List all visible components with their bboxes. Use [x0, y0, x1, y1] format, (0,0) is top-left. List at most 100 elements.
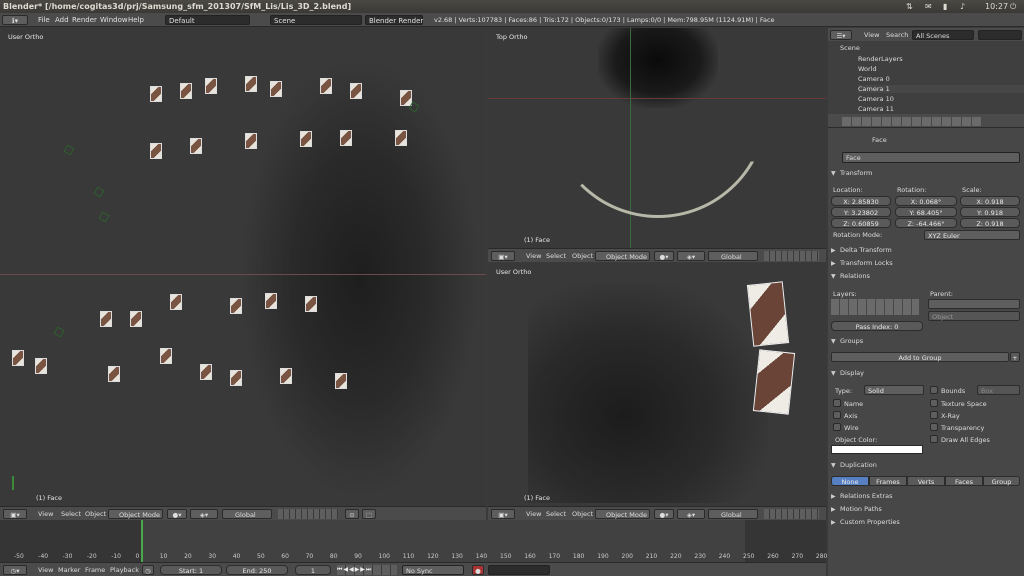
start-frame-field[interactable]: Start: 1 [160, 565, 222, 575]
menu-render[interactable]: Render [72, 15, 97, 25]
section-relations-extras[interactable]: ▶ Relations Extras [828, 491, 1024, 502]
pass-index[interactable]: Pass Index: 0 [831, 321, 923, 331]
preview-range-icon[interactable]: ◷ [142, 565, 154, 575]
dup-faces-button[interactable]: Faces [945, 476, 983, 486]
orientation-selector[interactable]: Global [708, 509, 758, 519]
volume-icon[interactable]: ♪ [960, 0, 965, 13]
menu-object[interactable]: Object [85, 509, 106, 519]
camera-photo[interactable] [280, 368, 292, 384]
camera-photo[interactable] [340, 130, 352, 146]
section-transform[interactable]: ▼ Transform [828, 168, 1024, 179]
camera-photo[interactable] [180, 83, 192, 99]
menu-view[interactable]: View [526, 509, 541, 519]
layer-buttons[interactable] [764, 251, 819, 261]
outliner-item-camera[interactable]: Camera 1 [858, 85, 1024, 93]
bounds-checkbox[interactable] [930, 386, 938, 394]
menu-select[interactable]: Select [61, 509, 81, 519]
camera-photo[interactable] [170, 294, 182, 310]
pivot-icon[interactable]: ◈▾ [677, 509, 705, 519]
object-name-field[interactable]: Face [842, 152, 1020, 163]
parent-field[interactable] [928, 299, 1020, 309]
viewport-top-right[interactable]: Top Ortho (1) Face [488, 28, 826, 248]
camera-photo[interactable] [245, 133, 257, 149]
dup-frames-button[interactable]: Frames [869, 476, 907, 486]
camera-photo[interactable] [245, 76, 257, 92]
camera-photo[interactable] [205, 78, 217, 94]
outliner-item-camera[interactable]: Camera 11 [858, 105, 894, 113]
menu-view[interactable]: View [526, 251, 541, 261]
orientation-selector[interactable]: Global [222, 509, 272, 519]
layout-selector[interactable]: Default [165, 15, 250, 25]
display-mode-selector[interactable]: All Scenes [912, 30, 974, 40]
scale-z[interactable]: Z: 0.918 [960, 218, 1020, 228]
playback-controls[interactable]: ⏮◀◀▶▶⏭ [337, 565, 397, 575]
camera-photo[interactable] [746, 281, 790, 347]
axis-checkbox[interactable] [833, 411, 841, 419]
section-motion-paths[interactable]: ▶ Motion Paths [828, 504, 1024, 515]
layer-buttons[interactable] [278, 509, 338, 519]
outliner-item-world[interactable]: World [858, 65, 877, 73]
section-groups[interactable]: ▼ Groups [828, 336, 1024, 347]
camera-photo[interactable] [200, 364, 212, 380]
record-icon[interactable]: ● [472, 565, 484, 575]
rotation-y[interactable]: Y: 68.405° [895, 207, 957, 217]
menu-window[interactable]: Window [100, 15, 128, 25]
section-delta-transform[interactable]: ▶ Delta Transform [828, 245, 1024, 256]
menu-view[interactable]: View [38, 509, 53, 519]
editor-type-icon[interactable]: ▣▾ [491, 509, 515, 519]
current-frame-marker[interactable] [141, 520, 143, 562]
shading-icon[interactable]: ●▾ [654, 509, 674, 519]
dup-verts-button[interactable]: Verts [907, 476, 945, 486]
add-to-group-button[interactable]: Add to Group [831, 352, 1009, 362]
keying-set-field[interactable] [488, 565, 550, 575]
camera-photo[interactable] [35, 358, 47, 374]
menu-view[interactable]: View [864, 30, 879, 40]
render-icon[interactable]: ⬚ [362, 509, 376, 519]
camera-arc[interactable] [548, 108, 768, 218]
menu-object[interactable]: Object [572, 509, 593, 519]
pivot-icon[interactable]: ◈▾ [190, 509, 218, 519]
editor-type-icon[interactable]: ◷▾ [3, 565, 27, 575]
viewport-left[interactable]: User Ortho (1) Face [0, 28, 486, 506]
transparency-checkbox[interactable] [930, 423, 938, 431]
lock-icon[interactable]: ⊙ [345, 509, 359, 519]
scale-x[interactable]: X: 0.918 [960, 196, 1020, 206]
section-relations[interactable]: ▼ Relations [828, 271, 1024, 282]
menu-file[interactable]: File [38, 15, 50, 25]
network-icon[interactable]: ⇅ [906, 0, 913, 13]
menu-select[interactable]: Select [546, 509, 566, 519]
menu-search[interactable]: Search [886, 30, 908, 40]
camera-photo[interactable] [230, 298, 242, 314]
mode-selector[interactable]: Object Mode [108, 509, 163, 519]
camera-photo[interactable] [130, 311, 142, 327]
bounds-type-selector[interactable]: Box [977, 385, 1020, 395]
name-checkbox[interactable] [833, 399, 841, 407]
menu-playback[interactable]: Playback [110, 565, 139, 575]
camera-photo[interactable] [100, 311, 112, 327]
camera-photo[interactable] [150, 143, 162, 159]
rotation-mode-selector[interactable]: XYZ Euler [924, 230, 1020, 240]
camera-photo[interactable] [265, 293, 277, 309]
camera-frustum[interactable] [53, 326, 65, 338]
orientation-selector[interactable]: Global [708, 251, 758, 261]
layer-buttons[interactable] [764, 509, 819, 519]
draw-all-edges-checkbox[interactable] [930, 435, 938, 443]
camera-photo[interactable] [230, 370, 242, 386]
scene-selector[interactable]: Scene [270, 15, 362, 25]
menu-marker[interactable]: Marker [58, 565, 80, 575]
dup-none-button[interactable]: None [831, 476, 869, 486]
menu-select[interactable]: Select [546, 251, 566, 261]
rotation-x[interactable]: X: 0.068° [895, 196, 957, 206]
end-frame-field[interactable]: End: 250 [226, 565, 288, 575]
dup-group-button[interactable]: Group [983, 476, 1020, 486]
shading-icon[interactable]: ●▾ [654, 251, 674, 261]
menu-view[interactable]: View [38, 565, 53, 575]
camera-photo[interactable] [350, 83, 362, 99]
battery-icon[interactable]: ▮ [943, 0, 947, 13]
menu-add[interactable]: Add [55, 15, 69, 25]
editor-type-icon[interactable]: ▣▾ [491, 251, 515, 261]
menu-object[interactable]: Object [572, 251, 593, 261]
location-y[interactable]: Y: 3.23802 [831, 207, 891, 217]
editor-type-icon[interactable]: ℹ▾ [2, 15, 28, 25]
outliner-item-camera[interactable]: Camera 10 [858, 95, 894, 103]
